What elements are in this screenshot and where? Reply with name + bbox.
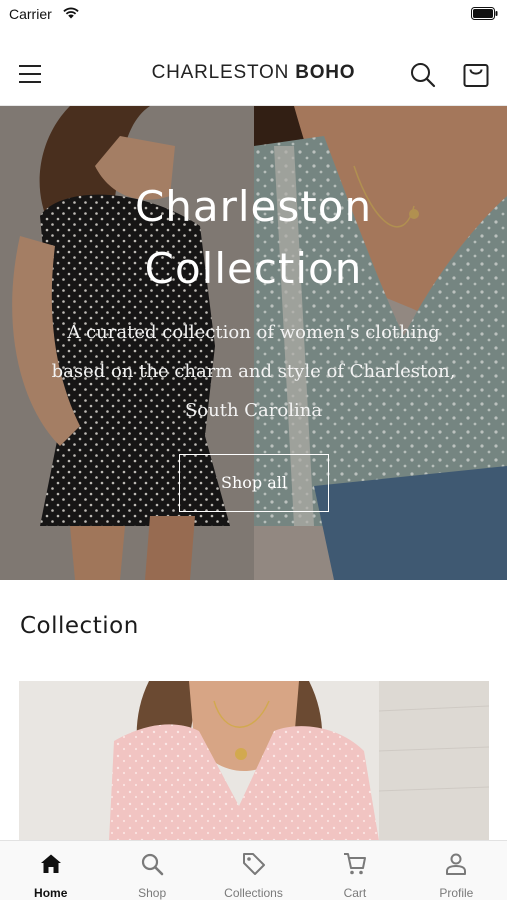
search-icon bbox=[411, 63, 436, 88]
cart-icon bbox=[343, 853, 366, 875]
tab-collections-label: Collections bbox=[224, 886, 283, 900]
tab-shop-label: Shop bbox=[138, 886, 167, 900]
tab-profile[interactable]: Profile bbox=[406, 841, 507, 900]
home-icon bbox=[40, 854, 61, 873]
hero-subtitle: A curated collection of women's clothing… bbox=[51, 322, 456, 421]
tag-icon bbox=[242, 853, 265, 875]
app-header: CHARLESTON BOHO bbox=[0, 40, 507, 106]
app-screen: Carrier CHARLESTON BOHO Charleston Colle… bbox=[0, 0, 507, 900]
carrier-label: Carrier bbox=[9, 6, 52, 22]
search-icon bbox=[142, 853, 164, 876]
shop-all-button[interactable]: Shop all bbox=[179, 454, 329, 512]
tab-cart-label: Cart bbox=[343, 886, 367, 900]
tab-home-label: Home bbox=[34, 886, 68, 900]
tab-shop[interactable]: Shop bbox=[101, 841, 202, 900]
tab-profile-label: Profile bbox=[439, 886, 474, 900]
cart-button[interactable] bbox=[460, 58, 492, 90]
wifi-icon bbox=[63, 7, 79, 19]
status-bar: Carrier bbox=[0, 0, 507, 30]
tab-home[interactable]: Home bbox=[0, 841, 101, 900]
tab-cart[interactable]: Cart bbox=[304, 841, 405, 900]
collection-heading: Collection bbox=[20, 613, 139, 639]
person-icon bbox=[446, 853, 467, 875]
hero-title: Charleston Collection bbox=[0, 176, 507, 300]
hero-title-line-2: Collection bbox=[144, 244, 363, 293]
hero-banner: Charleston Collection A curated collecti… bbox=[0, 106, 507, 580]
collection-card-image[interactable] bbox=[19, 681, 489, 841]
brand-name-bold: BOHO bbox=[295, 62, 356, 83]
bottom-tab-bar: Home Shop Collections Cart Profile bbox=[0, 840, 507, 900]
brand-name-light: CHARLESTON bbox=[151, 62, 296, 83]
tab-collections[interactable]: Collections bbox=[203, 841, 304, 900]
search-button[interactable] bbox=[408, 60, 438, 90]
shopping-bag-icon bbox=[463, 64, 489, 87]
hero-title-line-1: Charleston bbox=[134, 182, 373, 231]
battery-icon bbox=[471, 7, 498, 20]
